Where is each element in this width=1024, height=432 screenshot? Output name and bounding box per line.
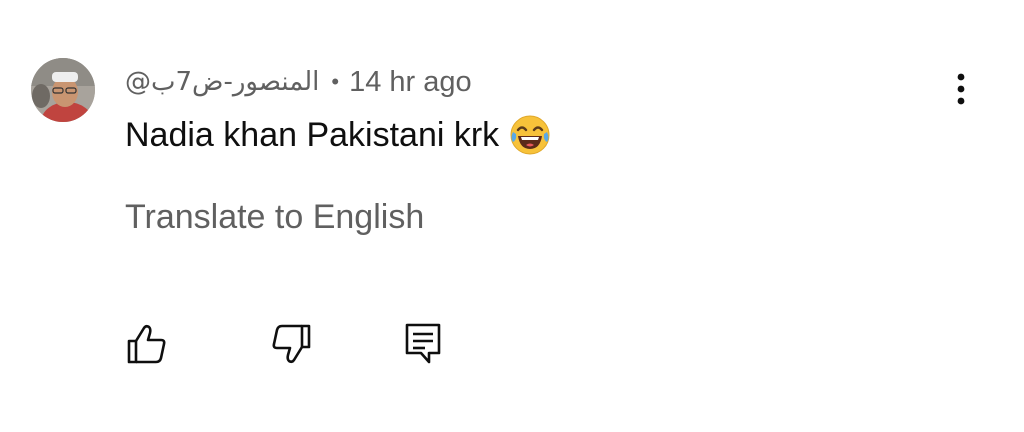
avatar[interactable] bbox=[31, 58, 95, 122]
header-separator: • bbox=[331, 69, 340, 94]
comment-item: @المنصور-ض7ب • 14 hr ago Nadia khan Paki… bbox=[0, 0, 1024, 432]
thumb-down-icon bbox=[272, 324, 311, 364]
laughing-tears-emoji-icon bbox=[509, 114, 551, 156]
comment-body: Nadia khan Pakistani krk bbox=[125, 112, 551, 158]
comment-timestamp[interactable]: 14 hr ago bbox=[349, 66, 472, 99]
thumb-up-icon bbox=[127, 324, 166, 364]
dislike-button[interactable] bbox=[270, 322, 314, 366]
more-options-button[interactable] bbox=[944, 70, 978, 110]
translate-link[interactable]: Translate to English bbox=[125, 198, 424, 237]
avatar-image bbox=[31, 58, 95, 122]
reply-comment-icon bbox=[405, 323, 441, 364]
like-button[interactable] bbox=[124, 322, 168, 366]
comment-text: Nadia khan Pakistani krk bbox=[125, 115, 500, 154]
reply-button[interactable] bbox=[401, 322, 445, 366]
author-handle[interactable]: @المنصور-ض7ب bbox=[125, 67, 319, 97]
more-vertical-icon bbox=[957, 73, 965, 105]
comment-header: @المنصور-ض7ب • 14 hr ago bbox=[125, 62, 472, 102]
